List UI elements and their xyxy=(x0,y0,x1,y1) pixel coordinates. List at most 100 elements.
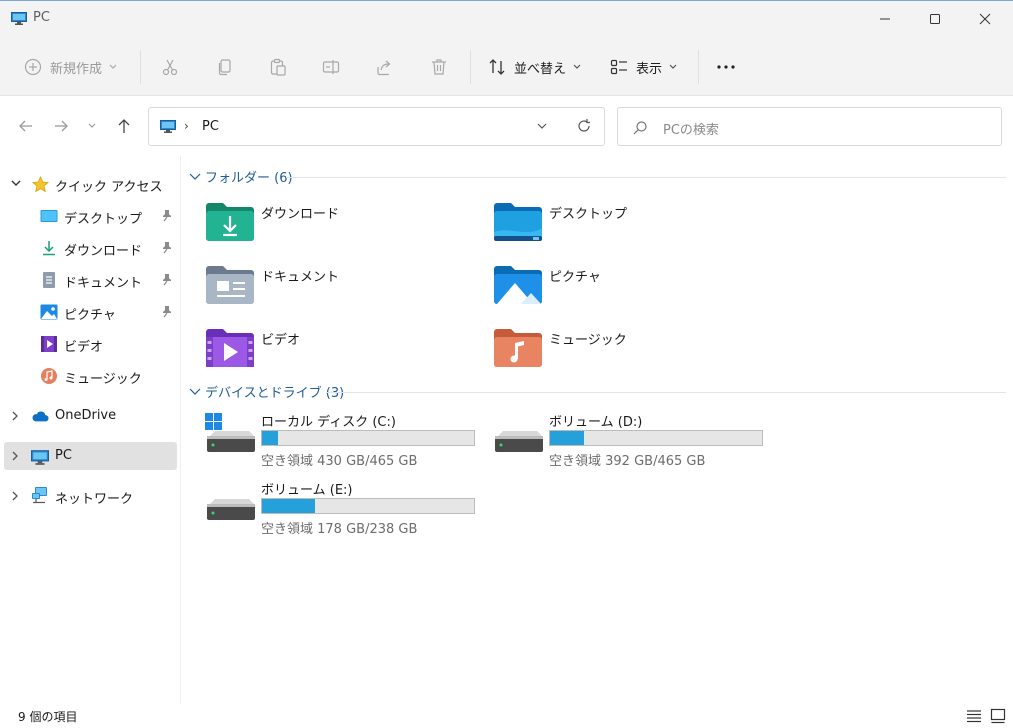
close-button[interactable] xyxy=(962,1,1008,37)
hard-drive-icon xyxy=(207,499,255,520)
drive-usage-bar xyxy=(261,430,475,446)
new-label: 新規作成 xyxy=(50,61,103,77)
item-count: 9 個の項目 xyxy=(18,710,78,724)
sidebar-item-label: ミュージック xyxy=(64,372,142,387)
network-icon xyxy=(31,486,49,504)
sidebar-item-label: ドキュメント xyxy=(64,276,143,291)
pin-icon[interactable] xyxy=(161,273,173,287)
pc-icon xyxy=(160,120,176,133)
rename-icon xyxy=(322,60,340,74)
cut-button[interactable] xyxy=(161,53,179,81)
folder-documents[interactable]: ドキュメント xyxy=(205,263,465,313)
arrow-up-icon xyxy=(118,119,130,133)
picture-icon xyxy=(40,303,58,321)
sort-button[interactable]: 並べ替え xyxy=(488,53,581,81)
arrow-right-icon xyxy=(55,120,68,132)
chevron-down-icon xyxy=(573,64,581,69)
sidebar-item-videos[interactable]: ビデオ xyxy=(4,330,177,358)
view-button[interactable]: 表示 xyxy=(610,53,677,81)
pin-icon[interactable] xyxy=(161,241,173,255)
sidebar-item-onedrive[interactable]: OneDrive xyxy=(4,402,177,430)
cloud-icon xyxy=(31,407,49,425)
sidebar-item-desktop[interactable]: デスクトップ xyxy=(4,202,177,230)
sidebar-item-pc[interactable]: PC xyxy=(4,442,177,470)
scissors-icon xyxy=(162,59,178,76)
system-drive-icon xyxy=(205,413,255,452)
music-folder-icon xyxy=(494,329,542,367)
up-button[interactable] xyxy=(112,114,136,138)
address-bar[interactable]: › PC xyxy=(148,107,605,146)
folder-pictures[interactable]: ピクチャ xyxy=(493,263,753,313)
refresh-icon[interactable] xyxy=(576,118,592,134)
status-bar: 9 個の項目 xyxy=(0,704,1013,728)
breadcrumb[interactable]: PC xyxy=(202,119,219,134)
more-options-button[interactable] xyxy=(716,53,736,81)
music-icon xyxy=(40,367,58,385)
sort-label: 並べ替え xyxy=(514,61,567,77)
pin-icon[interactable] xyxy=(161,305,173,319)
navigation-pane: クイック アクセス デスクトップ ダウンロード ドキュメント ピクチャ ビデオ xyxy=(0,156,181,704)
share-button[interactable] xyxy=(376,53,394,81)
sidebar-item-label: ビデオ xyxy=(64,340,104,355)
video-icon xyxy=(40,335,58,353)
search-box[interactable]: PCの検索 xyxy=(617,107,1002,146)
folder-music[interactable]: ミュージック xyxy=(493,326,753,376)
minimize-icon xyxy=(880,18,890,20)
desktop-folder-icon xyxy=(494,203,542,241)
recent-locations-button[interactable] xyxy=(80,114,104,138)
new-button[interactable]: 新規作成 xyxy=(24,53,117,81)
delete-button[interactable] xyxy=(430,53,448,81)
close-icon xyxy=(979,13,991,25)
paste-button[interactable] xyxy=(269,53,287,81)
view-list-icon xyxy=(610,59,627,75)
details-view-icon xyxy=(967,710,981,723)
folders-group-header[interactable]: フォルダー (6) xyxy=(189,166,293,186)
back-button[interactable] xyxy=(14,114,38,138)
group-title: デバイスとドライブ (3) xyxy=(205,385,345,401)
chevron-right-icon xyxy=(12,451,18,461)
folder-videos[interactable]: ビデオ xyxy=(205,326,465,376)
pin-icon[interactable] xyxy=(161,209,173,223)
sidebar-item-quick-access[interactable]: クイック アクセス xyxy=(4,170,177,198)
documents-folder-icon xyxy=(206,266,254,304)
drive-usage-fill xyxy=(550,431,584,445)
forward-button[interactable] xyxy=(49,114,73,138)
minimize-button[interactable] xyxy=(862,1,908,37)
videos-folder-icon xyxy=(206,329,254,367)
large-icons-view-button[interactable] xyxy=(988,707,1008,725)
download-icon xyxy=(40,239,58,257)
drive-d[interactable]: ボリューム (D:) 空き領域 392 GB/465 GB xyxy=(493,411,773,471)
sidebar-item-pictures[interactable]: ピクチャ xyxy=(4,298,177,326)
window-title: PC xyxy=(33,10,50,25)
folder-label: ダウンロード xyxy=(261,207,340,222)
details-view-button[interactable] xyxy=(964,707,984,725)
folder-desktop[interactable]: デスクトップ xyxy=(493,200,753,250)
sidebar-item-label: ダウンロード xyxy=(64,244,143,259)
drive-c[interactable]: ローカル ディスク (C:) 空き領域 430 GB/465 GB xyxy=(205,411,485,471)
maximize-button[interactable] xyxy=(912,1,958,37)
drive-label: ボリューム (D:) xyxy=(549,415,643,430)
chevron-down-icon[interactable] xyxy=(536,119,548,133)
drive-label: ボリューム (E:) xyxy=(261,483,353,498)
sidebar-item-network[interactable]: ネットワーク xyxy=(4,482,177,510)
chevron-down-icon xyxy=(88,123,96,128)
folder-downloads[interactable]: ダウンロード xyxy=(205,200,465,250)
chevron-right-icon xyxy=(12,411,18,421)
drive-e[interactable]: ボリューム (E:) 空き領域 178 GB/238 GB xyxy=(205,479,485,539)
sidebar-item-downloads[interactable]: ダウンロード xyxy=(4,234,177,262)
group-divider xyxy=(286,177,1006,178)
copy-button[interactable] xyxy=(216,53,234,81)
command-bar: 新規作成 並べ替え 表示 xyxy=(0,36,1013,96)
pictures-folder-icon xyxy=(494,266,542,304)
search-icon xyxy=(633,121,647,135)
folder-label: ピクチャ xyxy=(549,270,601,285)
sidebar-item-documents[interactable]: ドキュメント xyxy=(4,266,177,294)
search-input[interactable]: PCの検索 xyxy=(663,119,719,138)
maximize-icon xyxy=(930,14,940,24)
breadcrumb-separator-icon: › xyxy=(184,119,189,133)
rename-button[interactable] xyxy=(322,53,340,81)
sidebar-item-music[interactable]: ミュージック xyxy=(4,362,177,390)
share-icon xyxy=(377,60,391,76)
drives-group-header[interactable]: デバイスとドライブ (3) xyxy=(189,381,344,401)
sidebar-item-label: PC xyxy=(55,448,72,463)
